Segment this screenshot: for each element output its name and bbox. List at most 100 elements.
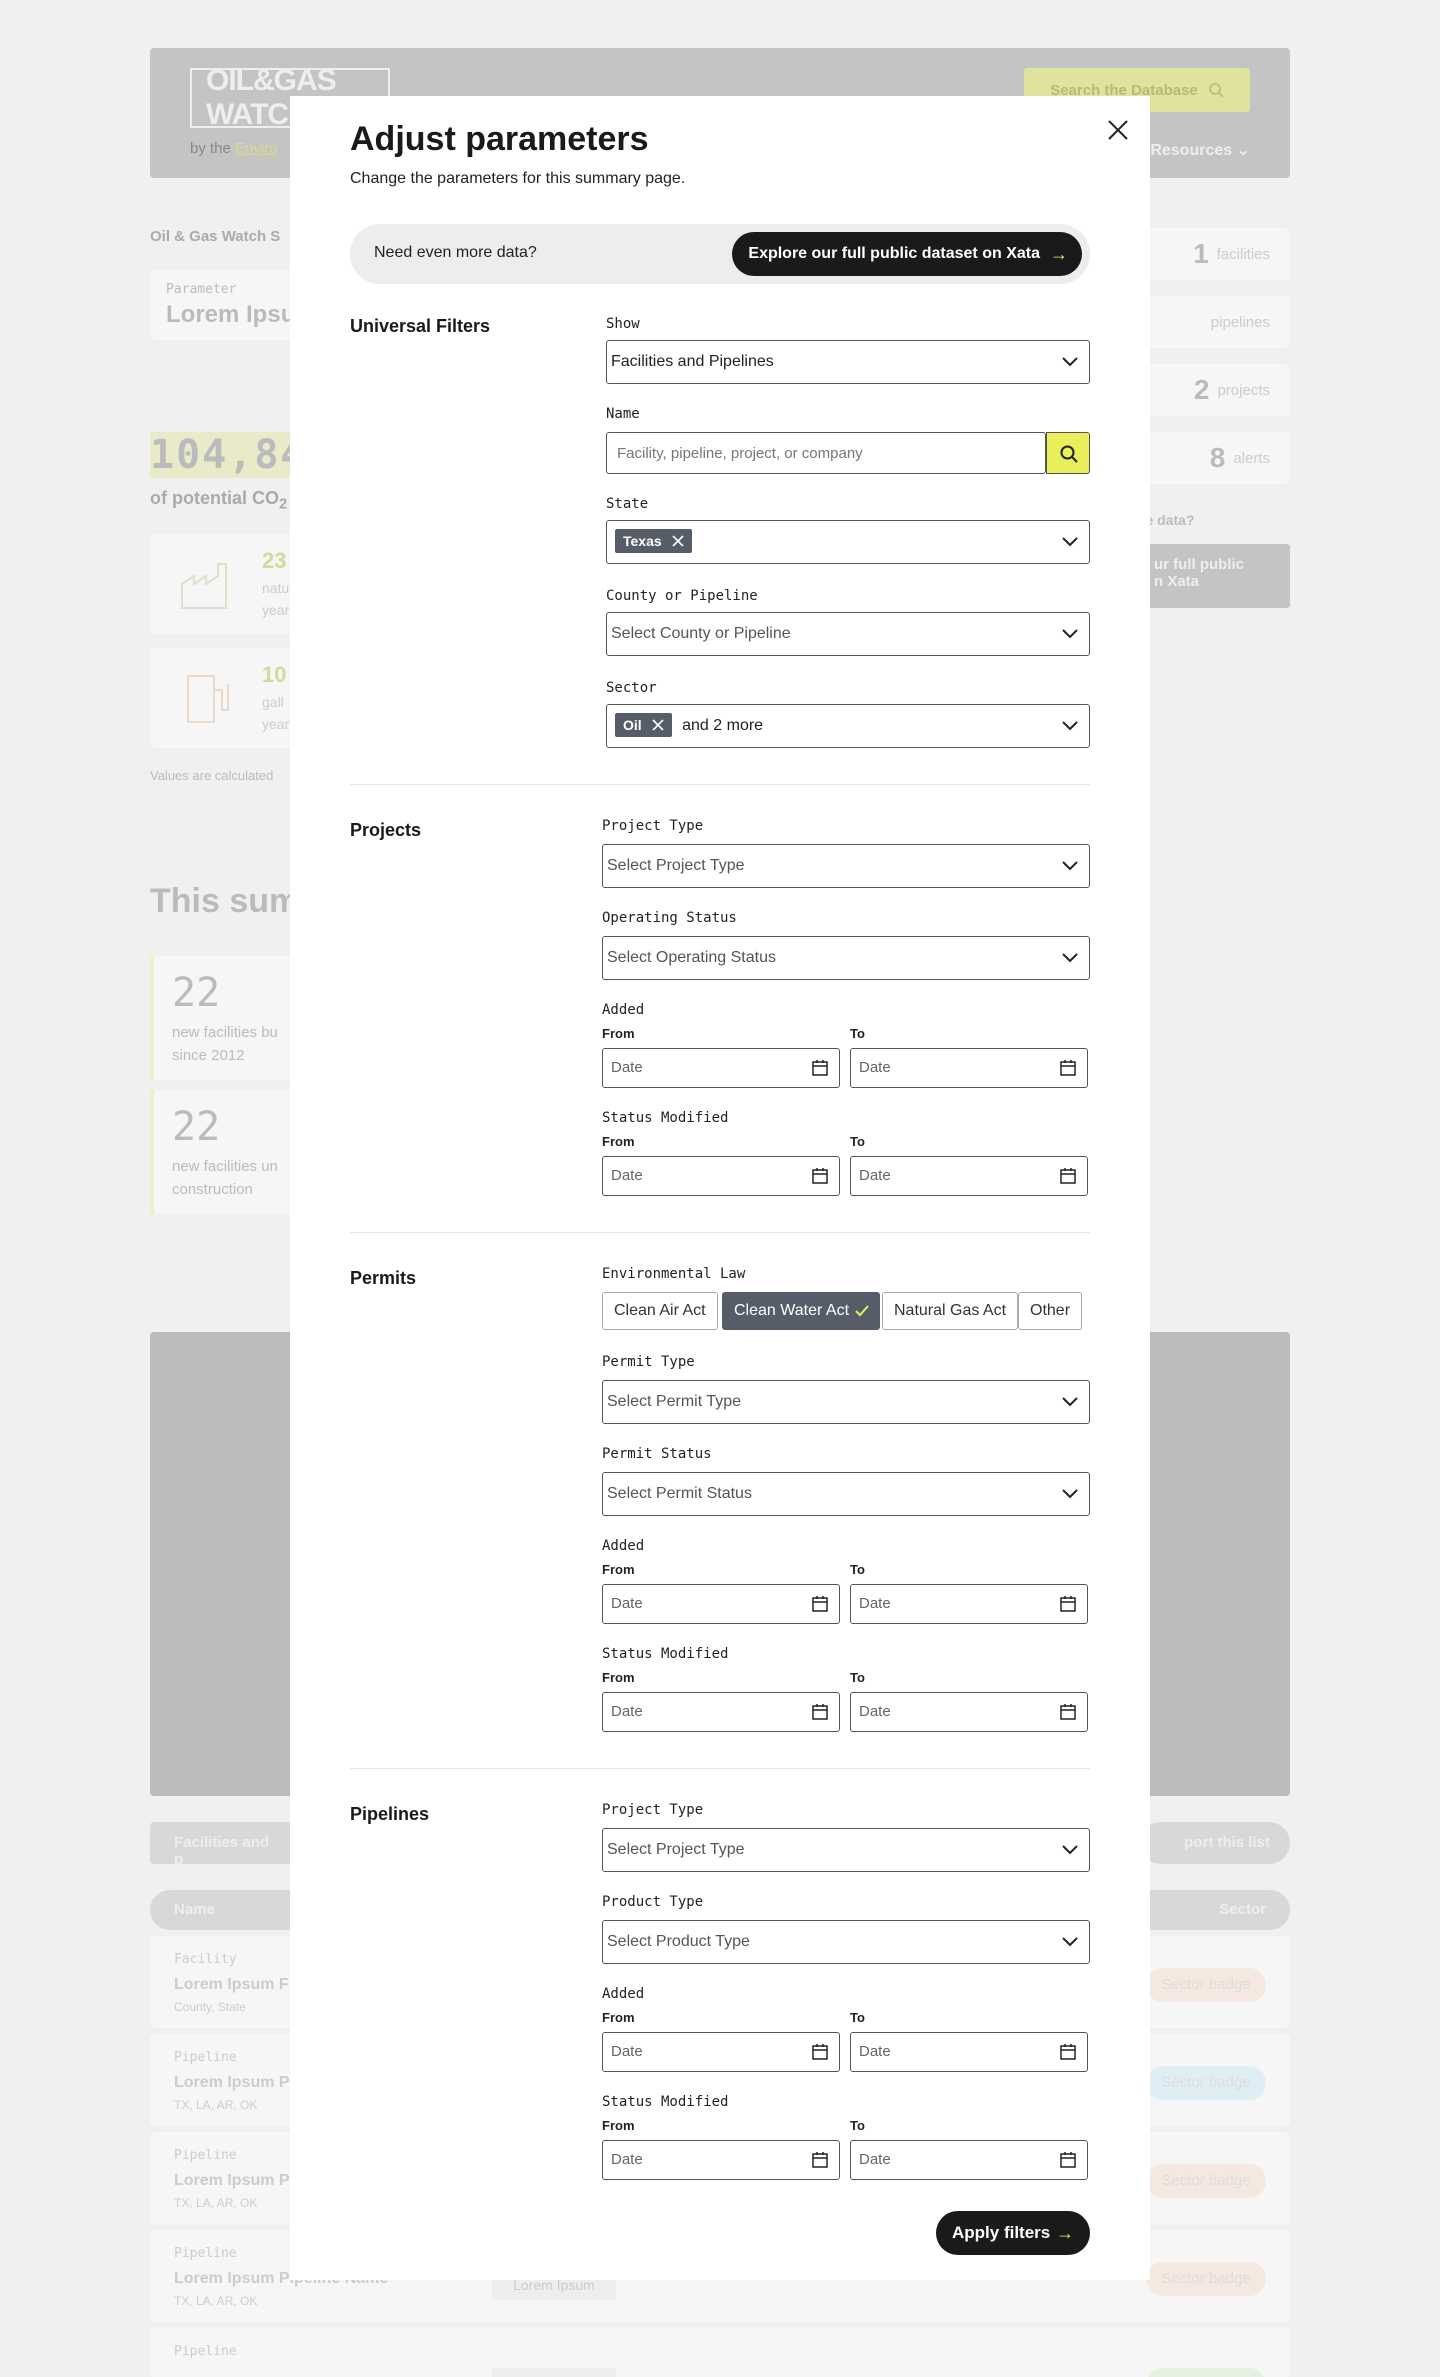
sector-badge: Sector badge	[1146, 2066, 1266, 2100]
count-alerts: 8 alerts	[1140, 432, 1290, 484]
export-list-button[interactable]: port this list	[1140, 1822, 1290, 1864]
sector-chip-oil: Oil	[615, 713, 672, 737]
close-button[interactable]	[1102, 114, 1134, 146]
law-clean-water-act[interactable]: Clean Water Act	[722, 1292, 881, 1330]
sector-select[interactable]: Oil and 2 more	[606, 704, 1090, 748]
adjust-parameters-modal: Adjust parameters Change the parameters …	[290, 96, 1150, 2280]
sector-badge	[1146, 2368, 1266, 2377]
permit-status-label: Permit Status	[602, 1446, 712, 1462]
name-search-input[interactable]	[606, 432, 1046, 474]
name-search-button[interactable]	[1046, 432, 1090, 474]
projects-added-from-date[interactable]: Date	[602, 1048, 840, 1088]
state-select[interactable]: Texas	[606, 520, 1090, 564]
law-natural-gas-act[interactable]: Natural Gas Act	[882, 1292, 1019, 1330]
more-data-text: re data?	[1140, 512, 1195, 528]
permits-added-to-date[interactable]: Date	[850, 1584, 1088, 1624]
from-label: From	[602, 1026, 635, 1041]
permits-added-label: Added	[602, 1538, 645, 1554]
show-select[interactable]: Facilities and Pipelines	[606, 340, 1090, 384]
section-divider	[350, 784, 1090, 785]
chevron-down-icon	[1062, 629, 1078, 639]
projects-modified-from-date[interactable]: Date	[602, 1156, 840, 1196]
chevron-down-icon	[1062, 1937, 1078, 1947]
projects-modified-to-date[interactable]: Date	[850, 1156, 1088, 1196]
count-pipelines: pipelines	[1140, 296, 1290, 348]
pipeline-project-type-label: Project Type	[602, 1802, 704, 1818]
chevron-down-icon	[1062, 1397, 1078, 1407]
calendar-icon	[812, 1704, 828, 1720]
close-icon	[1108, 120, 1128, 140]
permits-modified-to-date[interactable]: Date	[850, 1692, 1088, 1732]
search-icon	[1060, 445, 1078, 463]
chevron-down-icon	[1062, 357, 1078, 367]
county-select[interactable]: Select County or Pipeline	[606, 612, 1090, 656]
to-label: To	[850, 2010, 865, 2025]
chevron-down-icon	[1062, 1845, 1078, 1855]
table-row[interactable]: Pipeline Lorem Ipsum	[150, 2328, 1290, 2377]
project-type-select[interactable]: Select Project Type	[602, 844, 1090, 888]
calendar-icon	[812, 1168, 828, 1184]
remove-chip-icon[interactable]	[652, 719, 664, 731]
byline: by the Enviro	[190, 140, 278, 157]
law-other[interactable]: Other	[1018, 1292, 1083, 1330]
show-label: Show	[606, 316, 640, 332]
emissions-subtitle: of potential CO2	[150, 488, 288, 513]
resources-menu[interactable]: Resources ⌄	[1150, 140, 1250, 160]
summary-heading: This sum	[150, 882, 300, 920]
remove-chip-icon[interactable]	[672, 535, 684, 547]
permits-modified-from-date[interactable]: Date	[602, 1692, 840, 1732]
search-icon	[1208, 83, 1224, 98]
count-facilities: 1 facilities	[1140, 228, 1290, 280]
pipelines-modified-to-date[interactable]: Date	[850, 2140, 1088, 2180]
calendar-icon	[812, 2152, 828, 2168]
modal-subtitle: Change the parameters for this summary p…	[350, 170, 686, 187]
product-type-select[interactable]: Select Product Type	[602, 1920, 1090, 1964]
projects-added-to-date[interactable]: Date	[850, 1048, 1088, 1088]
calendar-icon	[1060, 1168, 1076, 1184]
stat-new-facilities: 22 new facilities bu since 2012	[150, 956, 310, 1080]
explore-dataset-link[interactable]: ur full public n Xata	[1140, 544, 1290, 608]
tab-facilities[interactable]: Facilities and p	[150, 1822, 300, 1868]
pipelines-added-to-date[interactable]: Date	[850, 2032, 1088, 2072]
arrow-right-icon: →	[1050, 244, 1068, 264]
apply-filters-button[interactable]: Apply filters →	[936, 2211, 1090, 2255]
calendar-icon	[812, 1596, 828, 1612]
to-label: To	[850, 1026, 865, 1041]
permit-status-select[interactable]: Select Permit Status	[602, 1472, 1090, 1516]
projects-title: Projects	[350, 820, 422, 840]
stat-card-gas: 23 natu year	[150, 534, 300, 634]
law-clean-air-act[interactable]: Clean Air Act	[602, 1292, 718, 1330]
operating-status-select[interactable]: Select Operating Status	[602, 936, 1090, 980]
permits-added-from-date[interactable]: Date	[602, 1584, 840, 1624]
emissions-total: 104,84	[150, 432, 307, 478]
sector-badge: Sector badge	[1146, 2164, 1266, 2198]
explore-dataset-button[interactable]: Explore our full public dataset on Xata …	[732, 232, 1082, 276]
to-label: To	[850, 1670, 865, 1685]
calculation-note: Values are calculated	[150, 768, 274, 783]
permit-type-select[interactable]: Select Permit Type	[602, 1380, 1090, 1424]
pipelines-modified-from-date[interactable]: Date	[602, 2140, 840, 2180]
sector-more-text: and 2 more	[682, 717, 764, 734]
chevron-down-icon	[1062, 537, 1078, 547]
pipelines-added-from-date[interactable]: Date	[602, 2032, 840, 2072]
projects-status-modified-label: Status Modified	[602, 1110, 729, 1126]
chevron-down-icon	[1062, 721, 1078, 731]
calendar-icon	[812, 2044, 828, 2060]
calendar-icon	[1060, 2044, 1076, 2060]
permits-title: Permits	[350, 1268, 417, 1288]
pipeline-project-type-select[interactable]: Select Project Type	[602, 1828, 1090, 1872]
check-icon	[855, 1305, 869, 1317]
pipelines-title: Pipelines	[350, 1804, 430, 1824]
to-label: To	[850, 2118, 865, 2133]
modal-title: Adjust parameters	[350, 120, 649, 158]
calendar-icon	[1060, 1060, 1076, 1076]
calendar-icon	[1060, 1704, 1076, 1720]
permit-type-label: Permit Type	[602, 1354, 695, 1370]
project-type-label: Project Type	[602, 818, 704, 834]
county-label: County or Pipeline	[606, 588, 758, 604]
environmental-law-label: Environmental Law	[602, 1266, 746, 1282]
sector-badge: Sector badge	[1146, 1968, 1266, 2002]
state-chip-texas: Texas	[615, 528, 692, 553]
more-data-banner: Need even more data? Explore our full pu…	[350, 224, 1090, 284]
fuel-pump-icon	[187, 675, 229, 723]
